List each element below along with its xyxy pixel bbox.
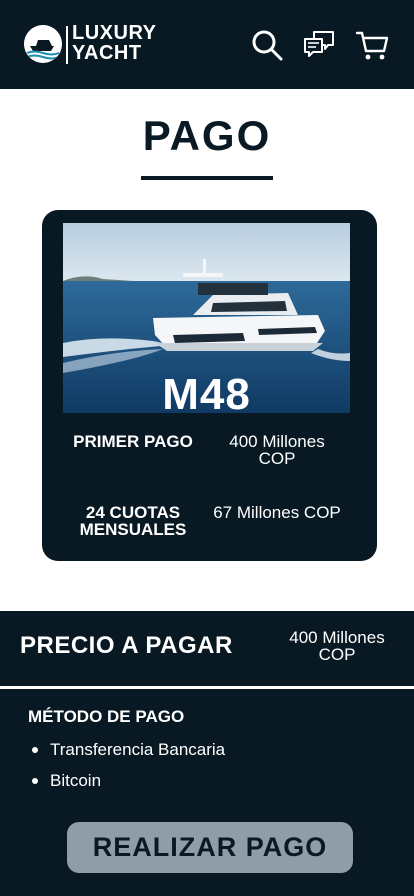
logo-line-2: YACHT [72,42,142,64]
logo-line-1: LUXURY [72,22,157,44]
payment-method-option[interactable]: Transferencia Bancaria [32,740,225,771]
installments-label: 24 CUOTAS MENSUALES [79,503,187,539]
yacht-payment-card: M48 PRIMER PAGO 400 Millones COP 24 CUOT… [42,210,377,561]
logo-wordmark: LUXURY YACHT [72,23,156,63]
payment-summary: PRECIO A PAGAR 400 Millones COP MÉTODO D… [0,611,414,896]
price-label: PRECIO A PAGAR [20,632,233,659]
payment-method-title: MÉTODO DE PAGO [28,707,185,726]
first-payment-value: 400 Millones COP [229,432,325,468]
make-payment-button[interactable]: REALIZAR PAGO [67,822,353,873]
page-title: PAGO [142,112,272,159]
top-header: LUXURY YACHT [0,0,414,89]
payment-method-list: Transferencia Bancaria Bitcoin [32,740,225,802]
chat-icon[interactable] [302,28,336,62]
logo-divider [66,26,68,64]
first-payment-label: PRIMER PAGO [73,432,193,451]
yacht-logo-icon [24,25,62,63]
brand-logo[interactable]: LUXURY YACHT [24,23,172,66]
installments-value: 67 Millones COP [213,503,341,522]
summary-divider [0,686,414,689]
search-icon[interactable] [250,28,284,62]
payment-method-option[interactable]: Bitcoin [32,771,225,802]
cart-icon[interactable] [355,28,389,62]
title-underline [141,176,273,180]
yacht-photo: M48 [63,223,350,413]
price-value: 400 Millones COP [289,628,385,664]
yacht-model-name: M48 [162,370,251,413]
